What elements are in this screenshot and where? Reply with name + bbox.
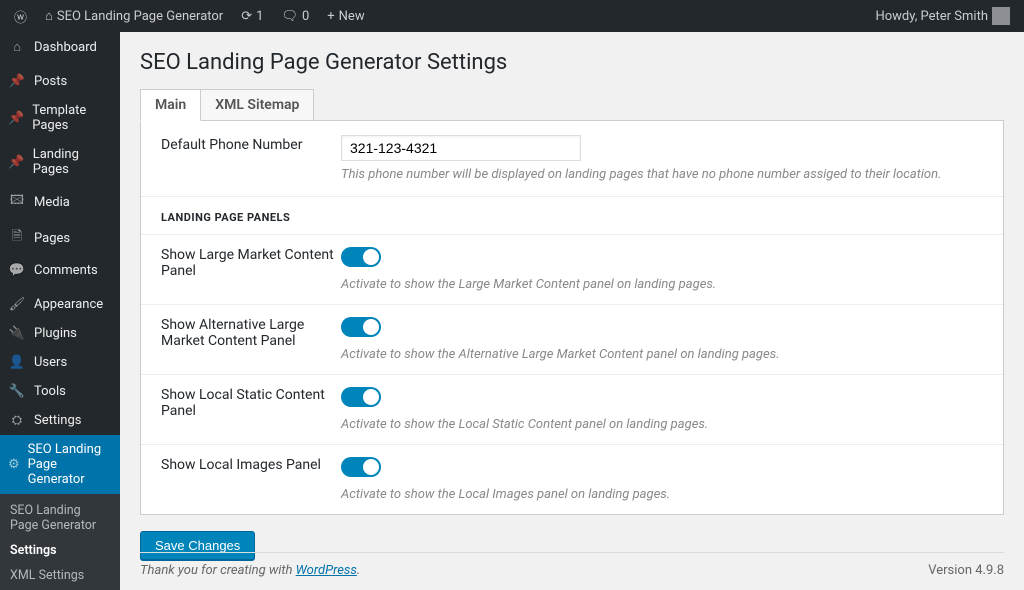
menu-label: Media xyxy=(34,195,70,210)
menu-icon: 🔌 xyxy=(8,326,26,341)
menu-icon: ⚙ xyxy=(8,457,20,472)
page-title: SEO Landing Page Generator Settings xyxy=(140,50,1004,75)
adminbar-updates[interactable]: ⟳1 xyxy=(235,9,269,24)
sidebar-item-7[interactable]: 🖌 Appearance xyxy=(0,290,120,319)
toggle-switch-0[interactable] xyxy=(341,247,381,267)
toggle-label: Show Alternative Large Market Content Pa… xyxy=(161,317,341,362)
sidebar-item-6[interactable]: 💬 Comments xyxy=(0,256,120,285)
toggle-row-2: Show Local Static Content PanelActivate … xyxy=(141,374,1003,444)
menu-label: Pages xyxy=(34,231,70,246)
menu-label: SEO Landing Page Generator xyxy=(28,442,112,487)
submenu-item-1[interactable]: Settings xyxy=(0,538,120,563)
menu-label: Users xyxy=(34,355,67,370)
admin-bar: ⓦ ⌂SEO Landing Page Generator ⟳1 🗨0 +New… xyxy=(0,0,1024,32)
sidebar-item-10[interactable]: 🔧 Tools xyxy=(0,377,120,406)
menu-icon: 📌 xyxy=(8,111,24,126)
sidebar-item-9[interactable]: 👤 Users xyxy=(0,348,120,377)
toggle-label: Show Local Images Panel xyxy=(161,457,341,502)
adminbar-new-label: New xyxy=(339,9,365,24)
menu-label: Plugins xyxy=(34,326,77,341)
toggle-row-0: Show Large Market Content PanelActivate … xyxy=(141,234,1003,304)
menu-icon: 🗎 xyxy=(8,227,26,249)
menu-icon: 🔧 xyxy=(8,384,26,399)
sidebar-item-3[interactable]: 📌 Landing Pages xyxy=(0,140,120,184)
menu-label: Dashboard xyxy=(34,40,97,55)
panels-section-title: LANDING PAGE PANELS xyxy=(141,196,1003,234)
menu-icon: 📌 xyxy=(8,155,25,170)
menu-label: Comments xyxy=(34,263,98,278)
menu-label: Template Pages xyxy=(32,103,112,133)
toggle-desc: Activate to show the Local Images panel … xyxy=(341,487,983,502)
menu-icon: ⌂ xyxy=(8,39,26,55)
submenu-item-2[interactable]: XML Settings xyxy=(0,563,120,588)
adminbar-comments-count: 0 xyxy=(302,9,309,24)
toggle-switch-1[interactable] xyxy=(341,317,381,337)
toggle-label: Show Large Market Content Panel xyxy=(161,247,341,292)
sidebar-item-11[interactable]: ⛭ Settings xyxy=(0,406,120,435)
tab-1[interactable]: XML Sitemap xyxy=(201,89,314,121)
toggle-switch-2[interactable] xyxy=(341,387,381,407)
wp-logo[interactable]: ⓦ xyxy=(8,7,33,26)
avatar xyxy=(992,7,1010,25)
comment-icon: 🗨 xyxy=(281,9,298,24)
footer-wp-link[interactable]: WordPress xyxy=(296,563,357,578)
toggle-desc: Activate to show the Alternative Large M… xyxy=(341,347,983,362)
phone-input[interactable] xyxy=(341,135,581,161)
adminbar-new[interactable]: + New xyxy=(321,9,370,24)
tab-0[interactable]: Main xyxy=(140,89,201,121)
phone-label: Default Phone Number xyxy=(161,135,341,182)
toggle-desc: Activate to show the Local Static Conten… xyxy=(341,417,983,432)
adminbar-updates-count: 1 xyxy=(256,9,263,24)
admin-sidebar: ⌂ Dashboard 📌 Posts 📌 Template Pages 📌 Landing … xyxy=(0,32,120,590)
adminbar-comments[interactable]: 🗨0 xyxy=(275,9,315,24)
menu-icon: 💬 xyxy=(8,263,26,278)
sidebar-item-0[interactable]: ⌂ Dashboard xyxy=(0,32,120,62)
footer-version: Version 4.9.8 xyxy=(928,563,1004,578)
sidebar-item-5[interactable]: 🗎 Pages xyxy=(0,220,120,256)
menu-label: Appearance xyxy=(34,297,103,312)
home-icon: ⌂ xyxy=(45,8,53,24)
settings-panel: Default Phone Number This phone number w… xyxy=(140,121,1004,515)
toggle-switch-3[interactable] xyxy=(341,457,381,477)
footer-thanks-post: . xyxy=(357,563,360,578)
footer-thanks-pre: Thank you for creating with xyxy=(140,563,296,578)
adminbar-site[interactable]: ⌂ SEO Landing Page Generator xyxy=(39,8,229,24)
toggle-row-3: Show Local Images PanelActivate to show … xyxy=(141,444,1003,514)
sidebar-item-4[interactable]: 🖾 Media xyxy=(0,184,120,220)
submenu-item-0[interactable]: SEO Landing Page Generator xyxy=(0,498,120,538)
admin-footer: Thank you for creating with WordPress. V… xyxy=(140,552,1004,590)
sidebar-item-2[interactable]: 📌 Template Pages xyxy=(0,96,120,140)
menu-label: Posts xyxy=(34,74,67,89)
phone-row: Default Phone Number This phone number w… xyxy=(141,121,1003,196)
menu-label: Settings xyxy=(34,413,81,428)
menu-icon: ⛭ xyxy=(8,413,26,428)
menu-icon: 📌 xyxy=(8,74,26,89)
wordpress-icon: ⓦ xyxy=(14,7,27,26)
toggle-desc: Activate to show the Large Market Conten… xyxy=(341,277,983,292)
settings-tabs: MainXML Sitemap xyxy=(140,89,1004,121)
sidebar-item-1[interactable]: 📌 Posts xyxy=(0,67,120,96)
menu-icon: 🖾 xyxy=(8,191,26,213)
adminbar-howdy: Howdy, Peter Smith xyxy=(875,9,988,24)
toggle-row-1: Show Alternative Large Market Content Pa… xyxy=(141,304,1003,374)
menu-icon: 🖌 xyxy=(8,297,26,312)
adminbar-site-name: SEO Landing Page Generator xyxy=(57,9,223,24)
update-icon: ⟳ xyxy=(241,9,252,24)
menu-label: Tools xyxy=(34,384,66,399)
phone-desc: This phone number will be displayed on l… xyxy=(341,167,983,182)
sidebar-submenu: SEO Landing Page GeneratorSettingsXML Se… xyxy=(0,494,120,590)
menu-label: Landing Pages xyxy=(33,147,112,177)
sidebar-item-8[interactable]: 🔌 Plugins xyxy=(0,319,120,348)
plus-icon: + xyxy=(327,9,334,24)
main-content: SEO Landing Page Generator Settings Main… xyxy=(120,32,1024,590)
sidebar-item-12[interactable]: ⚙ SEO Landing Page Generator xyxy=(0,435,120,494)
adminbar-account[interactable]: Howdy, Peter Smith xyxy=(869,7,1016,25)
menu-icon: 👤 xyxy=(8,355,26,370)
toggle-label: Show Local Static Content Panel xyxy=(161,387,341,432)
